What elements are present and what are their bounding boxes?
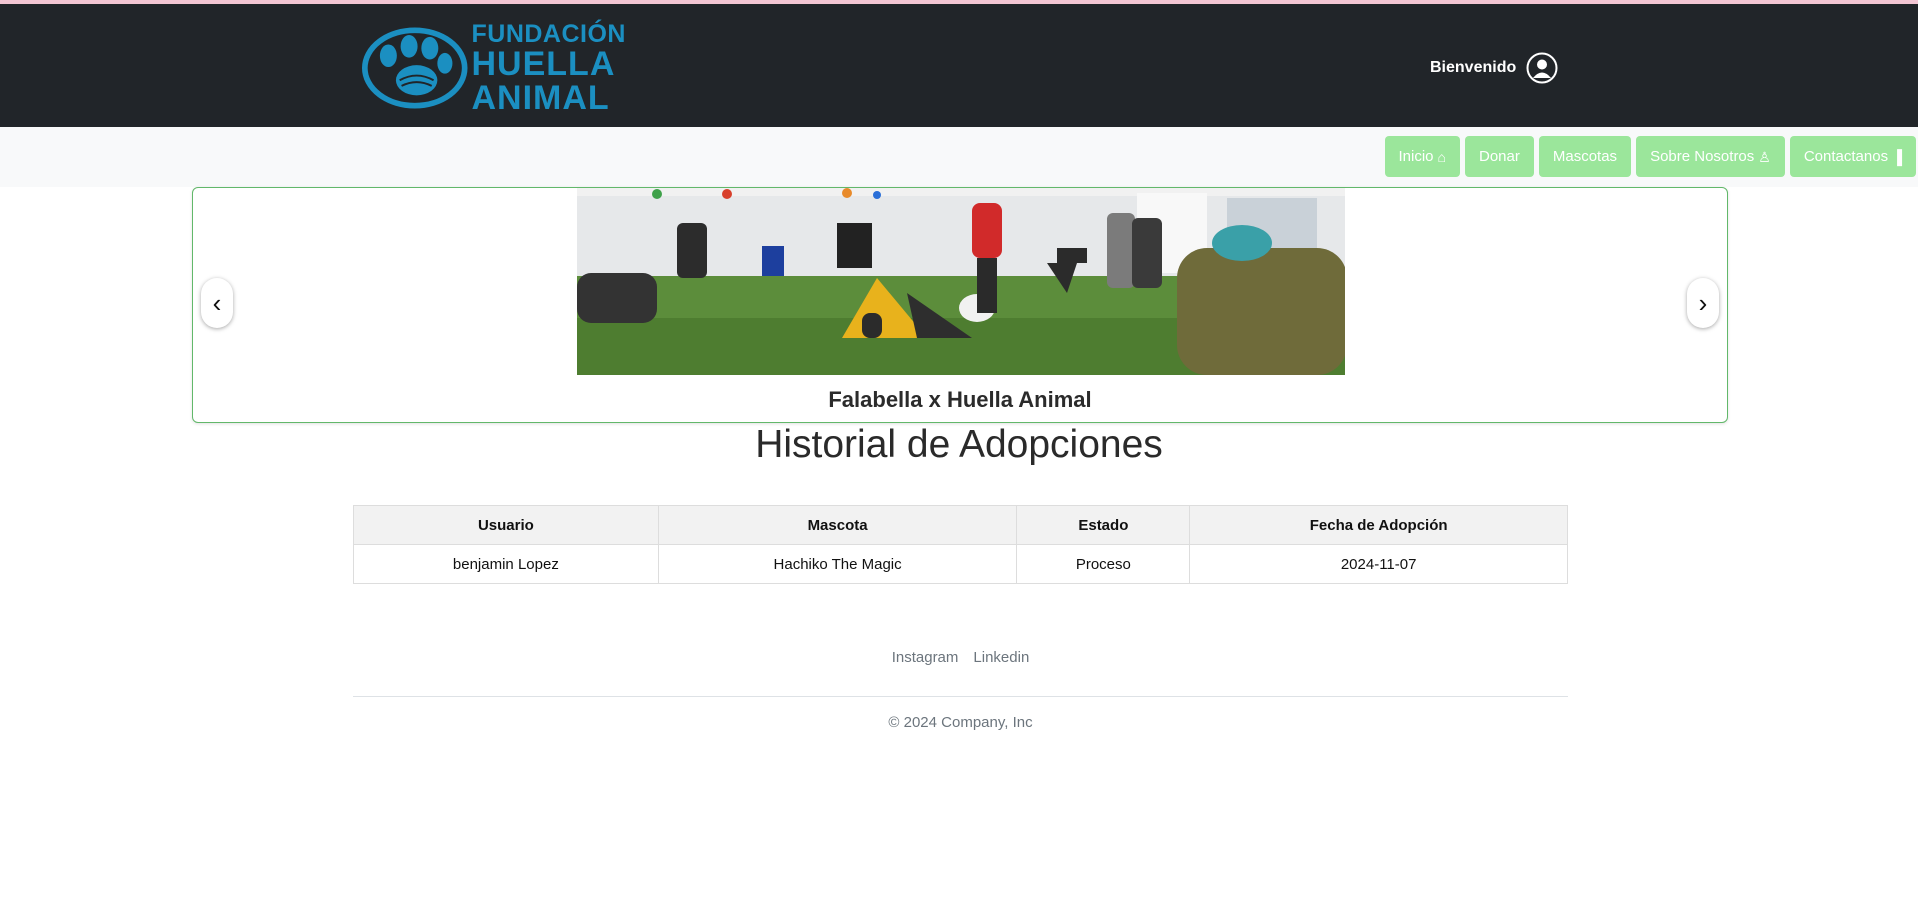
- carousel-prev-button[interactable]: ‹: [201, 278, 233, 328]
- nav-mascotas-label: Mascotas: [1552, 148, 1618, 165]
- copyright-text: © 2024 Company, Inc: [888, 714, 1033, 731]
- user-menu[interactable]: Bienvenido: [1430, 52, 1558, 84]
- home-icon: ⌂: [1437, 148, 1446, 165]
- book-icon: ▐: [1892, 148, 1902, 165]
- footer-link-linkedin[interactable]: Linkedin: [973, 649, 1029, 666]
- carousel-caption: Falabella x Huella Animal: [828, 387, 1092, 412]
- column-header-estado: Estado: [1016, 505, 1191, 545]
- logo-line-1: FUNDACIÓN: [471, 19, 626, 48]
- column-header-fecha: Fecha de Adopción: [1189, 505, 1568, 545]
- event-photo: [577, 188, 1345, 375]
- footer-links: Instagram Linkedin: [353, 645, 1568, 669]
- footer-link-instagram[interactable]: Instagram: [892, 649, 959, 666]
- nav-donar-label: Donar: [1479, 148, 1520, 165]
- nav-donar-button[interactable]: Donar: [1465, 136, 1534, 177]
- adoption-history-table: Usuario Mascota Estado Fecha de Adopción…: [353, 505, 1568, 584]
- nav-menu: Inicio ⌂ Donar Mascotas Sobre Nosotros ♙…: [1384, 136, 1916, 177]
- logo-line-2: HUELLA: [471, 44, 616, 83]
- nav-sobre-nosotros-label: Sobre Nosotros: [1650, 148, 1755, 165]
- main-navbar: Inicio ⌂ Donar Mascotas Sobre Nosotros ♙…: [0, 127, 1918, 187]
- person-icon: ♙: [1758, 148, 1771, 165]
- page-title: Historial de Adopciones: [755, 423, 1163, 466]
- chevron-right-icon: ›: [1698, 287, 1708, 318]
- image-carousel: ‹ › Falabella x Huella Animal: [192, 187, 1728, 423]
- column-header-mascota: Mascota: [657, 505, 1018, 545]
- logo-wordmark: FUNDACIÓN HUELLA ANIMAL: [471, 19, 627, 117]
- top-header: FUNDACIÓN HUELLA ANIMAL Bienvenido: [0, 4, 1918, 127]
- logo-line-3: ANIMAL: [471, 78, 610, 117]
- paw-print-icon: [362, 27, 468, 109]
- carousel-next-button[interactable]: ›: [1687, 278, 1719, 328]
- nav-inicio-button[interactable]: Inicio ⌂: [1384, 136, 1460, 177]
- page-footer: Instagram Linkedin © 2024 Company, Inc: [353, 645, 1568, 731]
- table-header-row: Usuario Mascota Estado Fecha de Adopción: [353, 505, 1568, 545]
- nav-inicio-label: Inicio: [1398, 148, 1434, 165]
- brand-logo[interactable]: FUNDACIÓN HUELLA ANIMAL: [362, 19, 627, 117]
- cell-fecha: 2024-11-07: [1189, 544, 1568, 584]
- table-row: benjamin Lopez Hachiko The Magic Proceso…: [353, 544, 1568, 584]
- cell-usuario: benjamin Lopez: [353, 544, 659, 584]
- cell-estado: Proceso: [1016, 544, 1191, 584]
- welcome-text: Bienvenido: [1430, 59, 1517, 76]
- carousel-slide-image: [577, 188, 1345, 375]
- footer-divider: [353, 696, 1568, 697]
- column-header-usuario: Usuario: [353, 505, 659, 545]
- nav-mascotas-button[interactable]: Mascotas: [1538, 136, 1632, 177]
- user-circle-icon[interactable]: [1526, 52, 1558, 84]
- nav-contactanos-label: Contactanos: [1803, 148, 1889, 165]
- chevron-left-icon: ‹: [212, 287, 222, 318]
- cell-mascota: Hachiko The Magic: [657, 544, 1018, 584]
- nav-sobre-nosotros-button[interactable]: Sobre Nosotros ♙: [1636, 136, 1785, 177]
- nav-contactanos-button[interactable]: Contactanos ▐: [1789, 136, 1916, 177]
